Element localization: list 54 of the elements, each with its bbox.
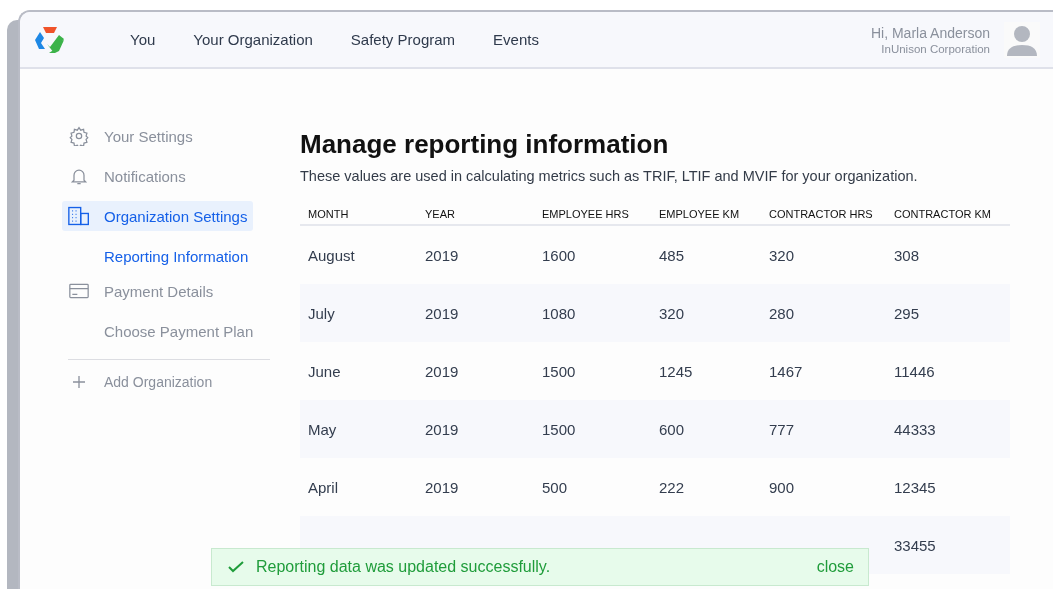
table-cell-text: 1600 [542, 246, 577, 264]
nav-link[interactable]: Events [493, 31, 539, 48]
table-cell-text: 2019 [425, 362, 460, 380]
page-title: Manage reporting information [300, 129, 670, 160]
table-cell-text: April [308, 478, 339, 496]
company-name: InUnison Corporation [881, 42, 990, 55]
table-cell-text: 2019 [425, 246, 460, 264]
table-cell-text: 1500 [542, 362, 577, 380]
table-cell-text: 1500 [542, 420, 577, 438]
table-cell-text: 777 [769, 420, 796, 438]
nav-link[interactable]: You [130, 31, 156, 48]
table-cell-text: 295 [894, 304, 921, 322]
table-cell-text: 1467 [769, 362, 804, 380]
table-cell-text: 222 [659, 478, 686, 496]
sidebar-item[interactable]: Reporting Information [62, 241, 255, 271]
column-header: MONTH [308, 208, 350, 220]
column-header: CONTRACTOR KM [894, 208, 992, 220]
table-cell-text: 2019 [425, 420, 460, 438]
sidebar-item[interactable]: Payment Details [62, 276, 220, 306]
table-cell-text: 320 [769, 246, 796, 264]
table-cell-text: 12345 [894, 478, 937, 496]
column-header: CONTRACTOR HRS [769, 208, 874, 220]
nav-link[interactable]: Safety Program [350, 31, 456, 48]
table-cell-text: August [308, 246, 356, 264]
table-cell-text: 900 [769, 478, 796, 496]
close-link[interactable]: close [816, 558, 854, 576]
table-cell-text: 485 [659, 246, 686, 264]
sidebar-item[interactable]: Choose Payment Plan [62, 316, 260, 346]
table-cell-text: 1245 [659, 362, 694, 380]
sidebar-item[interactable]: Notifications [62, 161, 192, 191]
sidebar-item[interactable]: Your Settings [62, 121, 199, 151]
table-cell-text: 600 [659, 420, 686, 438]
table-cell-text: 11446 [894, 362, 936, 380]
column-header: EMPLOYEE HRS [542, 208, 630, 220]
column-header: YEAR [425, 208, 456, 220]
toast-message: Reporting data was updated successfully. [256, 558, 552, 576]
add-organization-link[interactable]: Add Organization [62, 374, 270, 390]
table-cell-text: 2019 [425, 478, 460, 496]
table-cell-text: 280 [769, 304, 796, 322]
table-cell-text: 308 [894, 246, 921, 264]
table-cell-text: May [308, 420, 338, 438]
column-header: EMPLOYEE KM [659, 208, 741, 220]
table-cell-text: June [308, 362, 342, 380]
user-greeting: Hi, Marla Anderson [870, 24, 990, 41]
page-subtitle: These values are used in calculating metrics such as TRIF, LTIF and MVIF for your organization. [300, 168, 919, 184]
table-cell-text: 44333 [894, 420, 937, 438]
table-cell-text: 500 [542, 478, 569, 496]
sidebar-item[interactable]: Organization Settings [62, 201, 254, 231]
table-cell-text: 1080 [542, 304, 577, 322]
nav-link[interactable]: Your Organization [193, 31, 313, 48]
table-cell-text: 320 [659, 304, 686, 322]
table-cell-text: 2019 [425, 304, 460, 322]
table-cell-text: July [308, 304, 336, 322]
table-cell-text: 33455 [894, 536, 937, 554]
